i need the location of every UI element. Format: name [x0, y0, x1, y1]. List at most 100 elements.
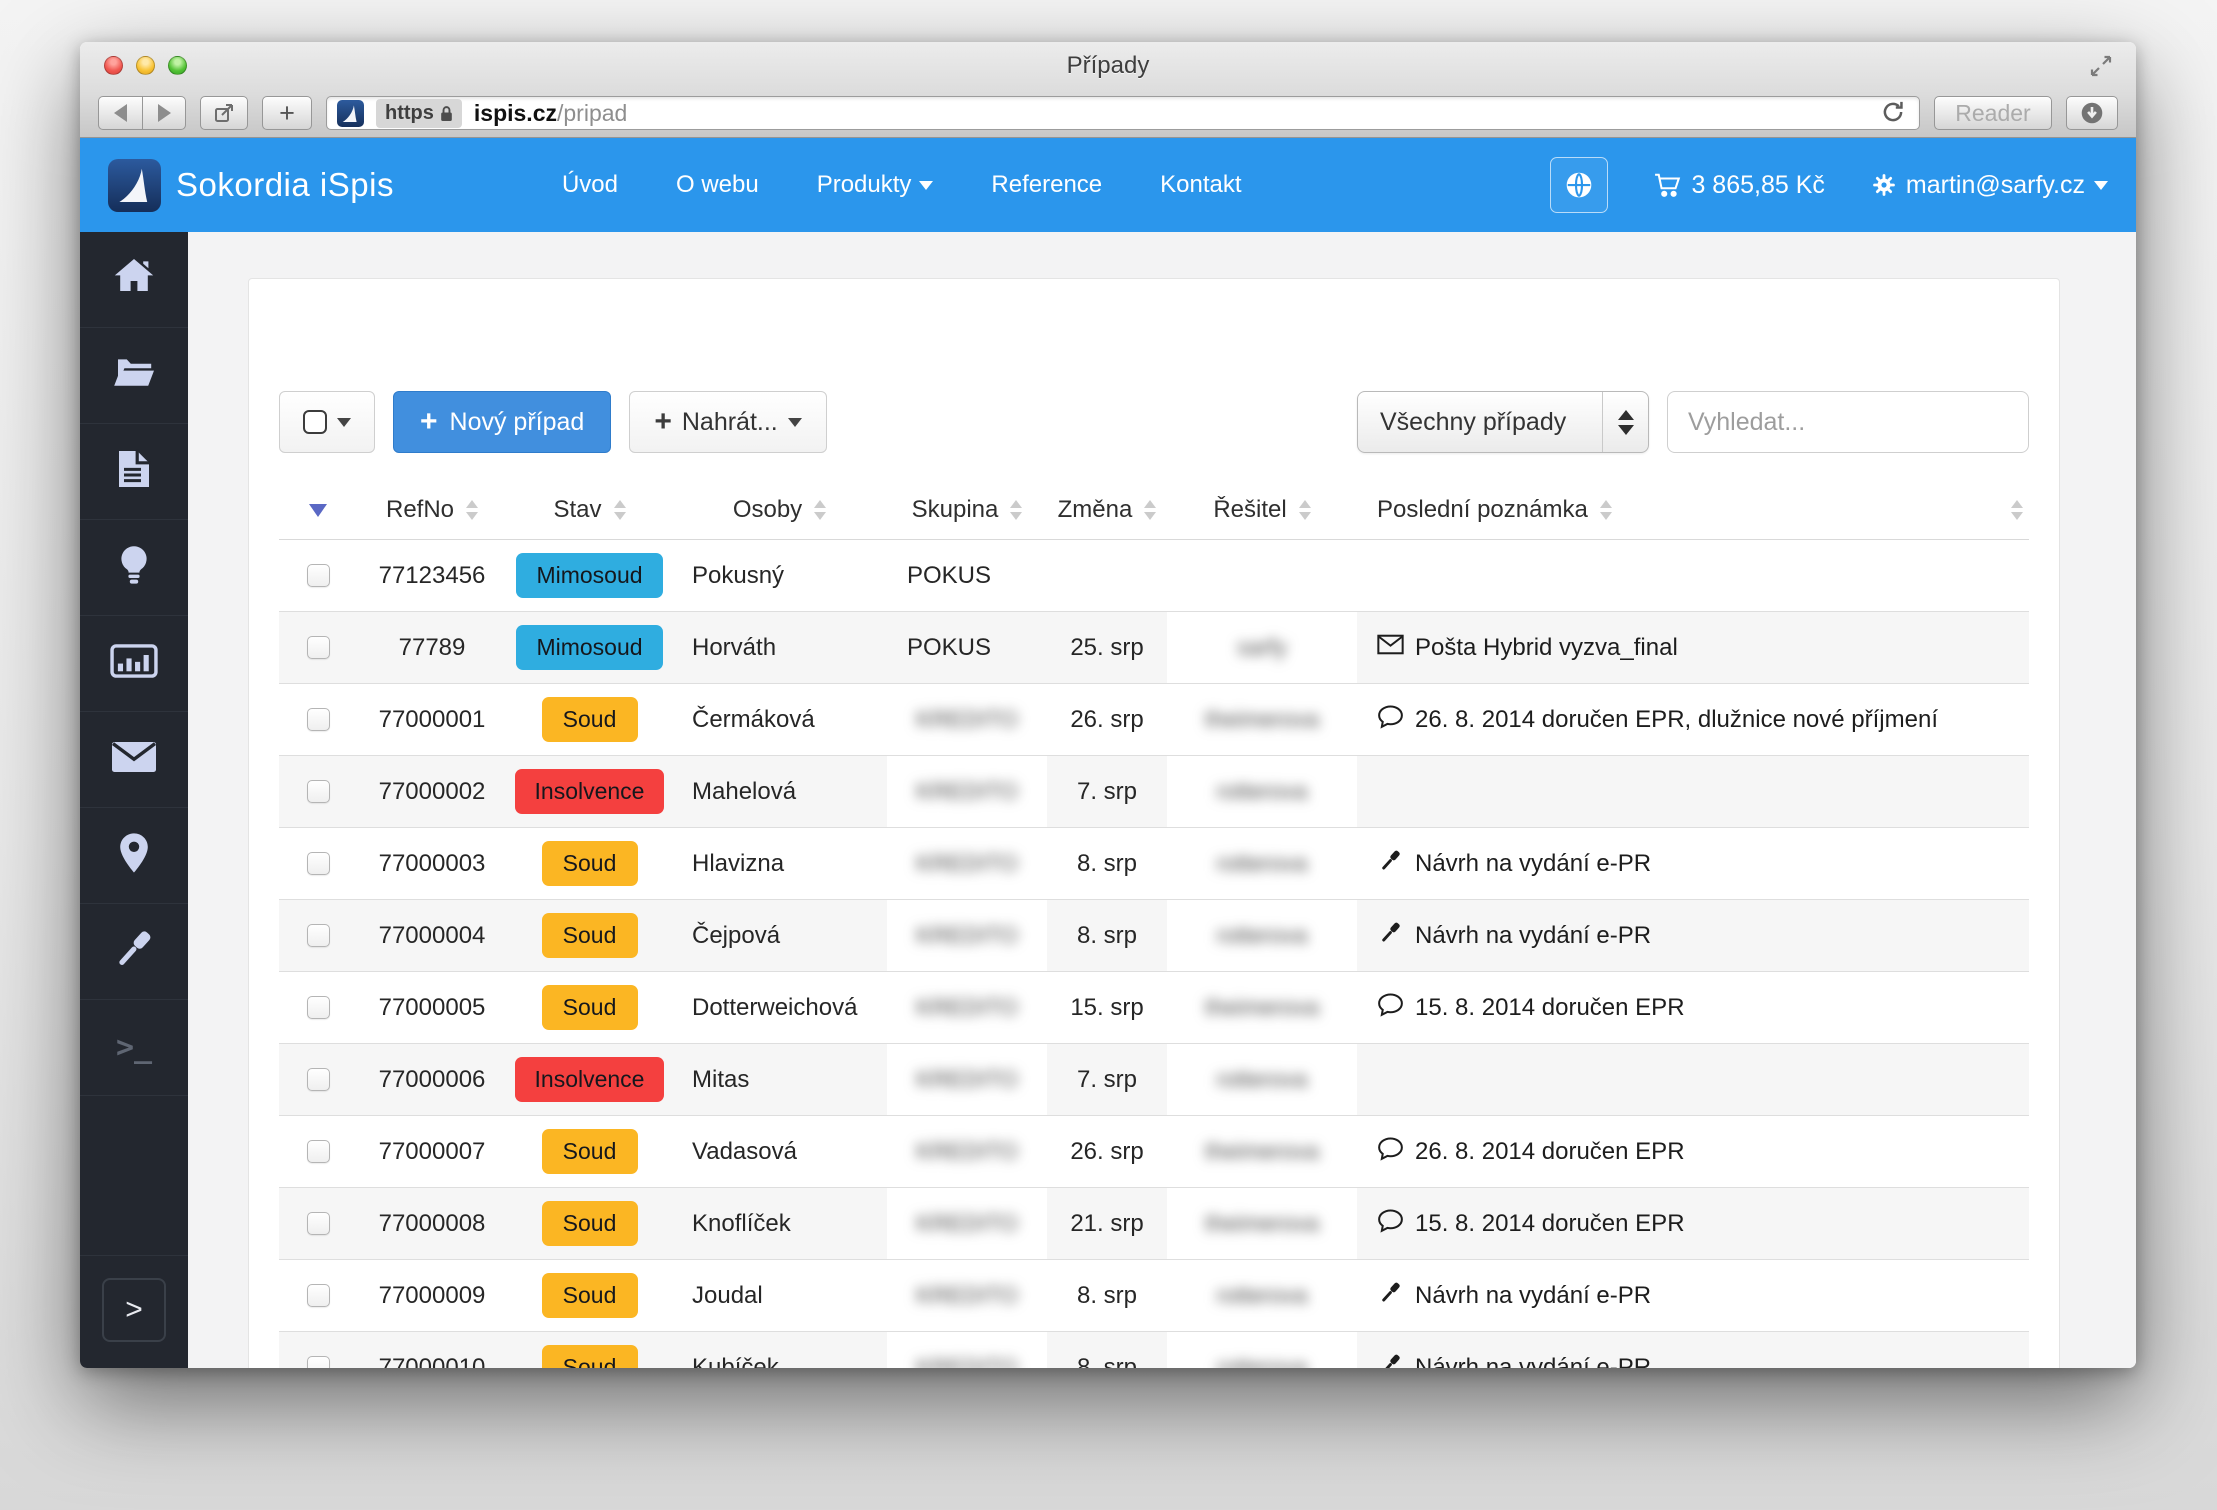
table-row[interactable]: 77789 Mimosoud Horváth POKUS 25. srp sarfy Poš…: [279, 612, 2029, 684]
browser-window: Případy + https ispis.cz/pripad Reader S…: [80, 42, 2136, 1368]
sidebar-item-bar-chart[interactable]: [80, 616, 188, 712]
search-input[interactable]: [1667, 391, 2029, 453]
sidebar-item-terminal[interactable]: >_: [80, 1000, 188, 1096]
sidebar-item-map-marker[interactable]: [80, 808, 188, 904]
account-menu[interactable]: martin@sarfy.cz: [1871, 171, 2108, 200]
close-button[interactable]: [104, 56, 123, 75]
row-checkbox[interactable]: [306, 1356, 330, 1368]
refresh-button[interactable]: [1877, 97, 1909, 129]
row-checkbox[interactable]: [306, 1140, 330, 1163]
row-checkbox-cell: [279, 1140, 357, 1163]
status-cell: Mimosoud: [507, 553, 672, 598]
downloads-button[interactable]: [2066, 96, 2118, 130]
case-changed-date: 7. srp: [1076, 1065, 1138, 1093]
column-header-2[interactable]: Stav: [507, 496, 672, 524]
row-checkbox-cell: [279, 1068, 357, 1091]
table-row[interactable]: 77000001 Soud Čermáková KREDITO 26. srp theim…: [279, 684, 2029, 756]
row-checkbox[interactable]: [306, 924, 330, 947]
table-row[interactable]: 77000007 Soud Vadasová KREDITO 26. srp theime…: [279, 1116, 2029, 1188]
row-checkbox[interactable]: [306, 1212, 330, 1235]
https-badge: https: [376, 98, 462, 128]
cart-button[interactable]: 3 865,85 Kč: [1654, 171, 1825, 200]
window-titlebar[interactable]: Případy: [80, 42, 2136, 90]
nav-item-label: Kontakt: [1160, 171, 1242, 198]
row-checkbox[interactable]: [306, 708, 330, 731]
new-case-button[interactable]: + Nový případ: [393, 391, 612, 453]
case-person: Mitas: [692, 1065, 750, 1093]
table-row[interactable]: 77000006 Insolvence Mitas KREDITO 7. srp rott…: [279, 1044, 2029, 1116]
plus-icon: +: [654, 405, 672, 438]
case-filter-value: Všechny případy: [1380, 407, 1567, 436]
case-person: Knoflíček: [692, 1209, 791, 1237]
nav-item-5[interactable]: Kontakt: [1160, 171, 1241, 199]
column-header-1[interactable]: RefNo: [357, 496, 507, 524]
sidebar-item-home[interactable]: [80, 232, 188, 328]
status-badge: Soud: [541, 1345, 638, 1368]
case-note: 15. 8. 2014 doručen EPR: [1357, 1207, 2029, 1241]
brand[interactable]: Sokordia iSpis: [108, 158, 394, 212]
back-button[interactable]: [98, 96, 142, 130]
case-refno: 77000007: [378, 1137, 486, 1165]
row-checkbox[interactable]: [306, 996, 330, 1019]
redacted-text: rotterova: [1216, 1282, 1308, 1308]
row-checkbox-cell: [279, 1356, 357, 1368]
case-refno: 77000002: [378, 777, 486, 805]
window-title: Případy: [1066, 52, 1150, 79]
table-row[interactable]: 77000008 Soud Knoflíček KREDITO 21. srp theim…: [279, 1188, 2029, 1260]
column-header-3[interactable]: Osoby: [672, 496, 887, 524]
status-cell: Soud: [507, 1345, 672, 1368]
column-header-7[interactable]: Poslední poznámka: [1357, 496, 2029, 524]
row-checkbox[interactable]: [306, 780, 330, 803]
sort-arrows-icon: [1144, 500, 1157, 520]
status-badge: Soud: [541, 1273, 638, 1318]
sidebar-expand-button[interactable]: >: [102, 1278, 166, 1342]
language-button[interactable]: [1550, 157, 1609, 213]
select-all-button[interactable]: [279, 391, 375, 453]
row-checkbox[interactable]: [306, 1284, 330, 1307]
case-solver-redacted: theimerova: [1167, 1116, 1357, 1187]
row-checkbox[interactable]: [306, 1068, 330, 1091]
sidebar-item-gavel[interactable]: [80, 904, 188, 1000]
table-row[interactable]: 77000002 Insolvence Mahelová KREDITO 7. srp r…: [279, 756, 2029, 828]
sort-arrows-icon: [814, 500, 827, 520]
nav-item-3[interactable]: Produkty: [817, 171, 934, 199]
row-checkbox[interactable]: [306, 636, 330, 659]
sidebar-item-folder-open[interactable]: [80, 328, 188, 424]
new-tab-button[interactable]: +: [262, 96, 312, 130]
case-filter-select[interactable]: Všechny případy: [1357, 391, 1649, 453]
row-checkbox[interactable]: [306, 852, 330, 875]
case-person: Horváth: [692, 633, 777, 661]
table-row[interactable]: 77000003 Soud Hlavizna KREDITO 8. srp rottero…: [279, 828, 2029, 900]
forward-button[interactable]: [142, 96, 186, 130]
case-refno: 77000004: [378, 921, 486, 949]
row-checkbox[interactable]: [306, 564, 330, 587]
address-bar[interactable]: https ispis.cz/pripad: [326, 96, 1920, 130]
upload-button[interactable]: + Nahrát...: [629, 391, 827, 453]
sidebar-item-lightbulb[interactable]: [80, 520, 188, 616]
table-row[interactable]: 77123456 Mimosoud Pokusný POKUS: [279, 540, 2029, 612]
table-row[interactable]: 77000009 Soud Joudal KREDITO 8. srp rotterova…: [279, 1260, 2029, 1332]
column-header-label: Osoby: [732, 496, 803, 523]
nav-item-2[interactable]: O webu: [676, 171, 759, 199]
case-changed-date: 21. srp: [1070, 1209, 1144, 1237]
nav-item-1[interactable]: Úvod: [562, 171, 618, 199]
fullscreen-icon[interactable]: [2086, 54, 2116, 80]
share-button[interactable]: [200, 96, 248, 130]
table-row[interactable]: 77000010 Soud Kubíček KREDITO 8. srp rotterov…: [279, 1332, 2029, 1368]
redacted-text: KREDITO: [916, 850, 1018, 876]
sidebar-item-document[interactable]: [80, 424, 188, 520]
sidebar-item-envelope[interactable]: [80, 712, 188, 808]
table-row[interactable]: 77000005 Soud Dotterweichová KREDITO 15. srp…: [279, 972, 2029, 1044]
table-row[interactable]: 77000004 Soud Čejpová KREDITO 8. srp rotterov…: [279, 900, 2029, 972]
column-header-label: Poslední poznámka: [1377, 496, 1588, 523]
minimize-button[interactable]: [136, 56, 155, 75]
column-header-6[interactable]: Řešitel: [1167, 496, 1357, 524]
case-note-text: 15. 8. 2014 doručen EPR: [1415, 993, 1685, 1021]
reader-button[interactable]: Reader: [1934, 96, 2052, 130]
column-header-4[interactable]: Skupina: [887, 496, 1047, 524]
column-header-5[interactable]: Změna: [1047, 496, 1167, 524]
nav-item-4[interactable]: Reference: [991, 171, 1102, 199]
zoom-button[interactable]: [168, 56, 187, 75]
sort-indicator-cell[interactable]: [279, 503, 357, 517]
